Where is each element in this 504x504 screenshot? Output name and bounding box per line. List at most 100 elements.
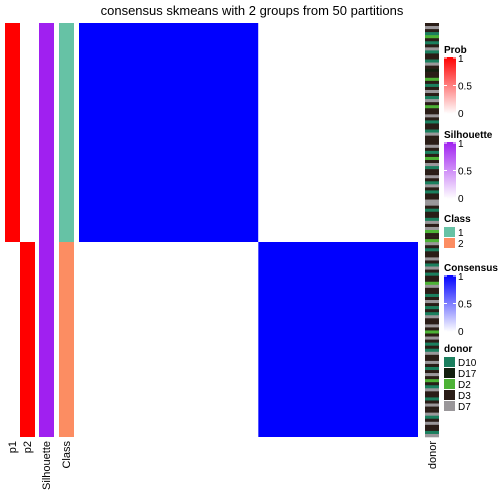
donor-annotation-cell bbox=[425, 187, 439, 191]
donor-annotation-cell bbox=[425, 47, 439, 51]
donor-annotation-cell bbox=[425, 366, 439, 371]
donor-annotation-cell bbox=[425, 400, 439, 404]
donor-annotation-cell bbox=[425, 214, 439, 219]
silhouette-legend-tick-label: 0.5 bbox=[458, 167, 472, 178]
donor-annotation-cell bbox=[425, 193, 439, 197]
heatmap-block-2-1 bbox=[79, 242, 259, 437]
donor-annotation-cell bbox=[425, 354, 439, 359]
donor-annotation-cell bbox=[425, 290, 439, 295]
donor-annotation-cell bbox=[425, 196, 439, 200]
donor-annotation-cell bbox=[425, 300, 439, 304]
donor-legend-swatch bbox=[444, 390, 455, 400]
p2-column-label: p2 bbox=[22, 441, 34, 453]
p1-annotation-cell-group2 bbox=[5, 242, 20, 437]
donor-annotation-cell bbox=[425, 220, 439, 225]
donor-annotation-cell bbox=[425, 50, 439, 54]
donor-annotation-cell bbox=[425, 370, 439, 374]
class-legend-swatch bbox=[444, 227, 455, 237]
donor-legend-swatch bbox=[444, 357, 455, 367]
donor-annotation-cell bbox=[425, 208, 439, 213]
consensus-heatmap-chart: p1 p2 Silhouette Class donor Prob10.50Silhou… bbox=[5, 23, 498, 490]
donor-annotation-cell bbox=[425, 321, 439, 325]
donor-annotation-cell bbox=[425, 421, 439, 426]
donor-annotation-cell bbox=[425, 360, 439, 365]
donor-annotation-cell bbox=[425, 351, 439, 356]
donor-annotation-cell bbox=[425, 403, 439, 407]
prob-legend-tick-label: 1 bbox=[458, 54, 464, 65]
donor-annotation-cell bbox=[425, 363, 439, 368]
donor-annotation-cell bbox=[425, 144, 439, 149]
silhouette-legend-tick-label: 0 bbox=[458, 194, 464, 205]
donor-annotation-cell bbox=[425, 382, 439, 386]
donor-annotation-cell bbox=[425, 397, 439, 401]
donor-annotation-cell bbox=[425, 388, 439, 392]
donor-annotation-cell bbox=[425, 71, 439, 76]
donor-legend-title: donor bbox=[444, 344, 472, 355]
donor-annotation-cell bbox=[425, 93, 439, 97]
donor-annotation-cell bbox=[425, 83, 439, 88]
donor-annotation-cell bbox=[425, 129, 439, 133]
donor-annotation-cell bbox=[425, 230, 439, 234]
donor-annotation-cell bbox=[425, 141, 439, 146]
donor-annotation-cell bbox=[425, 105, 439, 109]
donor-annotation-cell bbox=[425, 80, 439, 85]
consensus-legend-title: Consensus bbox=[444, 263, 498, 274]
donor-annotation-cell bbox=[425, 330, 439, 334]
donor-annotation-cell bbox=[425, 418, 439, 423]
consensus-legend-tick-label: 0 bbox=[458, 327, 464, 338]
donor-annotation-cell bbox=[425, 68, 439, 73]
donor-annotation-cell bbox=[425, 257, 439, 261]
donor-annotation-cell bbox=[425, 333, 439, 337]
donor-annotation-cell bbox=[425, 236, 439, 240]
donor-annotation-cell bbox=[425, 287, 439, 292]
donor-annotation-cell bbox=[425, 169, 439, 173]
donor-legend-label: D17 bbox=[458, 369, 477, 380]
class-annotation-cell-group1 bbox=[59, 23, 74, 242]
donor-annotation-cell bbox=[425, 138, 439, 143]
silhouette-legend-tick-label: 1 bbox=[458, 139, 464, 150]
silhouette-annotation-cell-group2 bbox=[39, 242, 54, 437]
donor-annotation-cell bbox=[425, 278, 439, 283]
donor-legend-label: D7 bbox=[458, 402, 471, 413]
donor-annotation-cell bbox=[425, 32, 439, 36]
donor-annotation-cell bbox=[425, 74, 439, 79]
donor-annotation-cell bbox=[425, 409, 439, 413]
donor-annotation-cell bbox=[425, 163, 439, 167]
donor-column-label: donor bbox=[427, 441, 439, 469]
consensus-legend-tick-label: 0.5 bbox=[458, 300, 472, 311]
donor-annotation-cell bbox=[425, 376, 439, 380]
p2-annotation-cell-group2 bbox=[20, 242, 35, 437]
donor-annotation-cell bbox=[425, 156, 439, 161]
prob-legend-tick-label: 0 bbox=[458, 109, 464, 120]
donor-annotation-cell bbox=[425, 345, 439, 350]
class-legend-swatch bbox=[444, 238, 455, 248]
donor-annotation-cell bbox=[425, 99, 439, 103]
donor-annotation-cell bbox=[425, 339, 439, 343]
donor-annotation-cell bbox=[425, 199, 439, 203]
donor-annotation-cell bbox=[425, 266, 439, 270]
donor-annotation-cell bbox=[425, 260, 439, 264]
silhouette-annotation-cell-group1 bbox=[39, 23, 54, 242]
donor-annotation-cell bbox=[425, 120, 439, 124]
donor-legend-label: D2 bbox=[458, 380, 471, 391]
donor-annotation-cell bbox=[425, 284, 439, 289]
donor-annotation-cell bbox=[425, 272, 439, 276]
silhouette-legend-title: Silhouette bbox=[444, 130, 493, 141]
donor-annotation-cell bbox=[425, 59, 439, 63]
donor-annotation-cell bbox=[425, 184, 439, 188]
donor-annotation-cell bbox=[425, 153, 439, 158]
donor-annotation-cell bbox=[425, 312, 439, 316]
donor-annotation-cell bbox=[425, 181, 439, 185]
donor-annotation-cell bbox=[425, 233, 439, 237]
donor-annotation-cell bbox=[425, 248, 439, 252]
donor-annotation-cell bbox=[425, 251, 439, 255]
donor-annotation-cell bbox=[425, 293, 439, 298]
donor-annotation-cell bbox=[425, 202, 439, 206]
donor-annotation-cell bbox=[425, 427, 439, 432]
donor-annotation-cell bbox=[425, 89, 439, 94]
donor-annotation-cell bbox=[425, 190, 439, 194]
donor-annotation-cell bbox=[425, 205, 439, 209]
donor-annotation-cell bbox=[425, 379, 439, 383]
donor-legend-swatch bbox=[444, 379, 455, 389]
donor-annotation-cell bbox=[425, 123, 439, 127]
